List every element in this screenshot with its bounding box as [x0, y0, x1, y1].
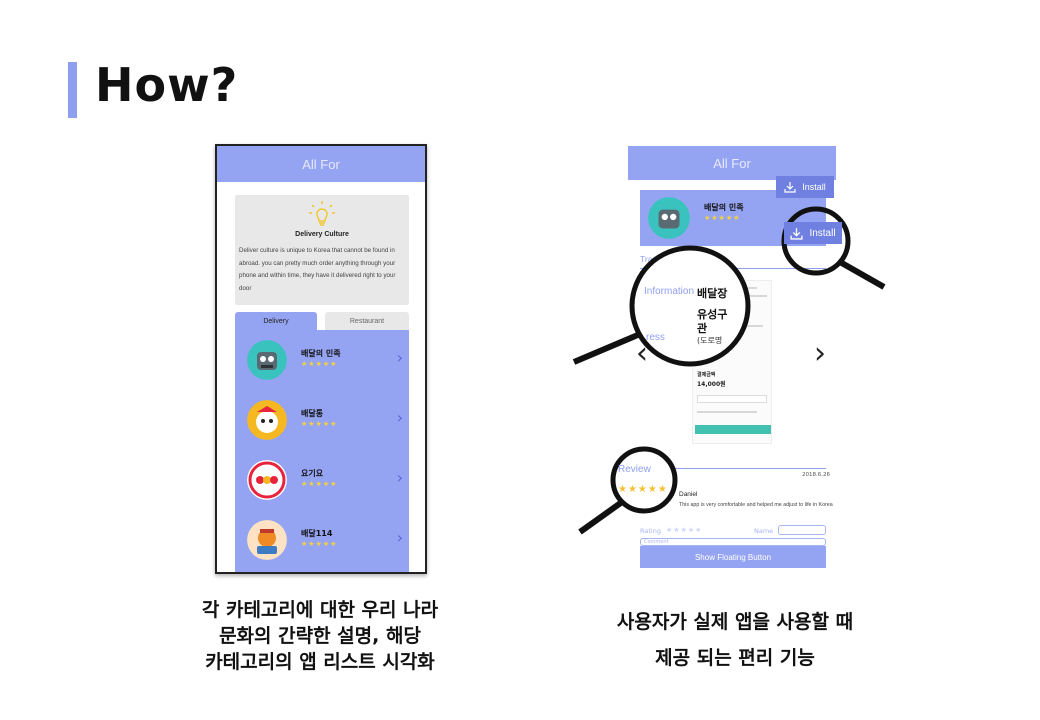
install-label: Install: [802, 182, 826, 192]
title-accent-bar: [68, 62, 77, 118]
chevron-right-icon[interactable]: ›: [397, 408, 403, 427]
download-icon: [784, 182, 796, 193]
app-header: All For: [217, 146, 425, 182]
divider: [668, 468, 826, 469]
review-text: This app is very comfortable and helped …: [679, 502, 833, 508]
name-label: Name: [754, 527, 774, 535]
zoomed-word: (도로명: [697, 336, 723, 345]
zoomed-word: 배달장: [697, 287, 728, 300]
app-list-item[interactable]: 요기요 ★★★★★ ›: [235, 450, 409, 510]
translated-screenshot: 결제금액 14,000원: [692, 280, 772, 444]
culture-description: Deliver culture is unique to Korea that …: [239, 247, 396, 292]
review-stars: ★★★★★: [618, 484, 668, 495]
download-icon: [790, 227, 804, 240]
app-list-item[interactable]: 배달의 민족 ★★★★★ ›: [235, 330, 409, 390]
mini-order-button: [695, 425, 771, 434]
zoomed-word: 관: [697, 322, 708, 335]
category-screen: All For Delivery Culture Deliver culture…: [215, 144, 427, 574]
rating-input-stars[interactable]: ★★★★★: [666, 526, 702, 534]
review-label-zoomed: Review: [618, 464, 651, 475]
address-label: ress: [646, 332, 665, 343]
caption-line: 문화의 간략한 설명, 해당: [219, 625, 421, 647]
culture-title: Delivery Culture: [295, 231, 349, 238]
app-name: 요기요: [301, 469, 324, 478]
slide-title: How?: [95, 58, 239, 112]
app-rating-stars: ★★★★★: [301, 540, 338, 548]
chevron-right-icon[interactable]: ›: [397, 528, 403, 547]
app-rating-stars: ★★★★★: [704, 214, 741, 222]
rating-label: Rating: [640, 527, 661, 535]
baemin-app-icon: [247, 340, 287, 380]
name-input[interactable]: [778, 525, 826, 535]
review-user: Daniel: [679, 491, 698, 498]
culture-card: Delivery Culture Deliver culture is uniq…: [235, 195, 409, 305]
tab-delivery[interactable]: Delivery: [235, 312, 317, 330]
translated-scene-label: Translated Scene: [640, 254, 707, 264]
show-floating-button[interactable]: Show Floating Button: [640, 546, 826, 568]
caption-line: 제공 되는 편리 기능: [655, 647, 815, 669]
install-button-zoomed: Install: [784, 222, 842, 244]
comment-input[interactable]: Comment: [640, 538, 826, 546]
app-name: 배달의 민족: [704, 203, 744, 212]
app-list-item[interactable]: 배달114 ★★★★★ ›: [235, 510, 409, 570]
app-name: 배달통: [301, 409, 324, 418]
divider: [640, 268, 826, 269]
review-date: 2018.6.26: [802, 472, 830, 478]
app-list-item[interactable]: 배달통 ★★★★★ ›: [235, 390, 409, 450]
yogiyo-app-icon: [247, 460, 287, 500]
caption-line: 사용자가 실제 앱을 사용할 때: [616, 611, 854, 633]
app-list: 배달의 민족 ★★★★★ › 배달통 ★★★★★ › 요기요 ★★★★★ › 배…: [235, 330, 409, 572]
caption-left: 각 카테고리에 대한 우리 나라 문화의 간략한 설명, 해당 카테고리의 앱 …: [150, 597, 490, 675]
baedaltong-app-icon: [247, 400, 287, 440]
chevron-right-icon[interactable]: ›: [397, 348, 403, 367]
tab-restaurant[interactable]: Restaurant: [325, 312, 409, 330]
app-name: 배달의 민족: [301, 349, 341, 358]
install-label-zoomed: Install: [809, 227, 836, 239]
price-value: 14,000원: [697, 381, 726, 388]
app-rating-stars: ★★★★★: [301, 360, 338, 368]
lightbulb-icon: [309, 201, 335, 226]
baemin-app-icon: [648, 197, 690, 239]
price-label: 결제금액: [697, 372, 716, 378]
caption-line: 각 카테고리에 대한 우리 나라: [201, 599, 439, 621]
app-detail-screen: All For 배달의 민족 ★★★★★ Install Translated …: [628, 146, 836, 574]
chevron-right-icon[interactable]: ›: [397, 468, 403, 487]
install-button[interactable]: Install: [776, 176, 834, 198]
caption-right: 사용자가 실제 앱을 사용할 때 제공 되는 편리 기능: [570, 604, 900, 676]
app-header: All For: [628, 146, 836, 180]
baedal114-app-icon: [247, 520, 287, 560]
caption-line: 카테고리의 앱 리스트 시각화: [205, 651, 435, 673]
app-rating-stars: ★★★★★: [301, 420, 338, 428]
app-rating-stars: ★★★★★: [301, 480, 338, 488]
app-name: 배달114: [301, 529, 333, 538]
category-tabs: Delivery Restaurant: [235, 312, 409, 330]
chevron-right-icon[interactable]: ›: [814, 336, 826, 371]
information-label: Information: [644, 286, 695, 297]
